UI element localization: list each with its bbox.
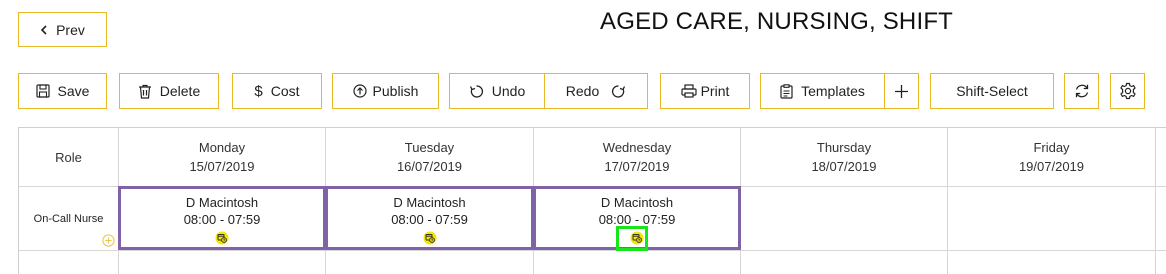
day-date: 16/07/2019 <box>396 159 463 174</box>
roster-grid: Role Monday 15/07/2019 Tuesday 16/07/201… <box>18 127 1166 274</box>
undo-button[interactable]: Undo <box>449 73 545 109</box>
refresh-button[interactable] <box>1064 73 1099 109</box>
upload-circle-icon <box>352 84 367 98</box>
print-button[interactable]: Print <box>660 73 750 109</box>
selection-highlight <box>616 226 648 251</box>
shift-time: 08:00 - 07:59 <box>183 212 261 227</box>
shift-badge-icon[interactable] <box>215 231 229 245</box>
day-date: 18/07/2019 <box>811 159 877 174</box>
refresh-icon <box>1074 83 1090 99</box>
shift-badge-icon[interactable] <box>423 231 437 245</box>
save-label: Save <box>57 83 90 99</box>
save-button[interactable]: Save <box>18 73 107 109</box>
day-name: Wednesday <box>602 140 672 155</box>
day-date: 15/07/2019 <box>189 159 255 174</box>
shift-employee: D Macintosh <box>393 195 466 210</box>
day-name: Thursday <box>816 140 872 155</box>
day-header-friday: Friday 19/07/2019 <box>948 128 1155 186</box>
day-header-monday: Monday 15/07/2019 <box>119 128 325 186</box>
day-date: 19/07/2019 <box>1018 159 1085 174</box>
redo-label: Redo <box>565 83 600 99</box>
shift-card[interactable]: D Macintosh 08:00 - 07:59 <box>118 186 326 250</box>
settings-button[interactable] <box>1110 73 1145 109</box>
day-date: 17/07/2019 <box>604 159 670 174</box>
day-header-thursday: Thursday 18/07/2019 <box>741 128 947 186</box>
add-template-button[interactable] <box>884 73 919 109</box>
shift-card[interactable]: D Macintosh 08:00 - 07:59 <box>325 186 534 250</box>
shift-time: 08:00 - 07:59 <box>391 212 468 227</box>
shift-select-button[interactable]: Shift-Select <box>930 73 1054 109</box>
delete-label: Delete <box>159 83 201 99</box>
clipboard-icon <box>780 83 793 99</box>
cost-button[interactable]: $ Cost <box>232 73 322 109</box>
grid-line <box>1155 128 1156 274</box>
day-header-tuesday: Tuesday 16/07/2019 <box>326 128 533 186</box>
shift-employee: D Macintosh <box>185 195 259 210</box>
day-name: Monday <box>198 140 246 155</box>
cost-label: Cost <box>270 83 300 99</box>
templates-button[interactable]: Templates <box>760 73 885 109</box>
chevron-left-icon <box>40 24 48 35</box>
redo-icon <box>611 84 626 99</box>
day-header-wednesday: Wednesday 17/07/2019 <box>534 128 740 186</box>
role-header-label: Role <box>55 149 82 165</box>
publish-button[interactable]: Publish <box>332 73 439 109</box>
role-label: On-Call Nurse <box>33 212 104 225</box>
delete-button[interactable]: Delete <box>119 73 219 109</box>
print-label: Print <box>700 83 730 99</box>
templates-label: Templates <box>801 83 865 99</box>
publish-label: Publish <box>372 83 419 99</box>
gear-icon <box>1119 82 1137 100</box>
printer-icon <box>680 84 697 98</box>
floppy-disk-icon <box>35 84 50 98</box>
undo-label: Undo <box>491 83 526 99</box>
undo-icon <box>469 84 484 99</box>
trash-icon <box>138 84 152 99</box>
prev-button[interactable]: Prev <box>18 12 107 47</box>
day-name: Tuesday <box>404 140 455 155</box>
add-shift-icon[interactable] <box>102 234 115 252</box>
day-name: Friday <box>1033 140 1070 155</box>
redo-button[interactable]: Redo <box>544 73 648 109</box>
role-column-header: Role <box>19 128 118 186</box>
dollar-icon: $ <box>254 82 263 100</box>
plus-icon <box>894 84 909 99</box>
shift-select-label: Shift-Select <box>956 83 1028 99</box>
shift-employee: D Macintosh <box>600 195 674 210</box>
grid-line <box>19 250 1166 251</box>
prev-label: Prev <box>56 21 85 38</box>
page-title: AGED CARE, NURSING, SHIFT <box>600 8 954 35</box>
